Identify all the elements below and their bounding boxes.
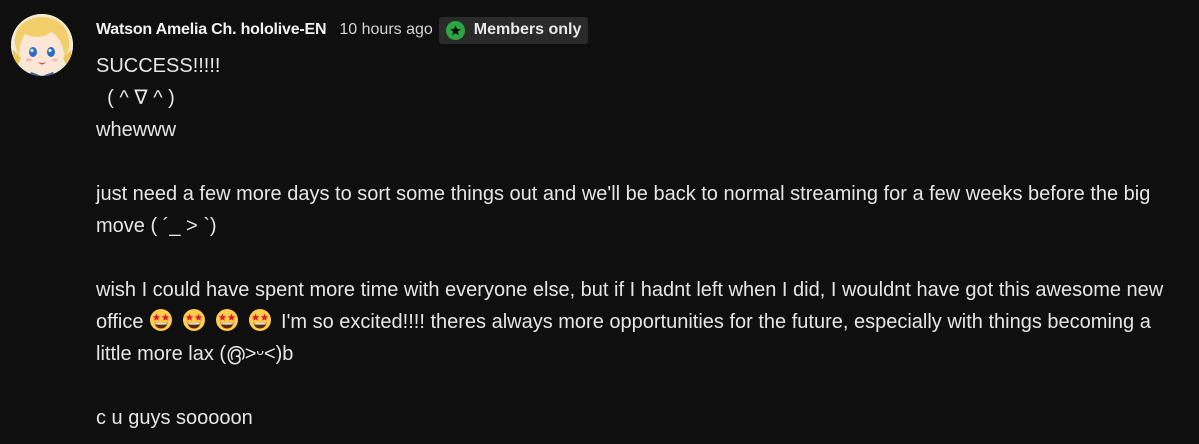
comment-paragraph: wish I could have spent more time with e… bbox=[96, 274, 1186, 370]
badge-label: Members only bbox=[473, 21, 582, 38]
comment-line: SUCCESS!!!!! bbox=[96, 55, 221, 77]
star-struck-emoji bbox=[215, 308, 239, 332]
members-only-badge: Members only bbox=[438, 16, 589, 44]
author-name[interactable]: Watson Amelia Ch. hololive-EN bbox=[96, 21, 327, 39]
avatar-image bbox=[11, 14, 73, 76]
comment-line: whewww bbox=[96, 119, 177, 141]
comment-line: c u guys sooooon bbox=[96, 407, 253, 429]
avatar[interactable] bbox=[11, 14, 73, 76]
comment-header: Watson Amelia Ch. hololive-EN 10 hours a… bbox=[96, 16, 589, 44]
star-icon bbox=[445, 20, 465, 40]
star-struck-emoji bbox=[182, 308, 206, 332]
star-struck-emoji bbox=[149, 308, 173, 332]
comment-text: SUCCESS!!!!! ( ^ ∇ ^ ) whewww just need … bbox=[96, 50, 1186, 434]
comment-paragraph: just need a few more days to sort some t… bbox=[96, 183, 1151, 237]
star-struck-emoji bbox=[248, 308, 272, 332]
comment-line: ( ^ ∇ ^ ) bbox=[96, 87, 175, 109]
comment-timestamp[interactable]: 10 hours ago bbox=[339, 21, 432, 39]
